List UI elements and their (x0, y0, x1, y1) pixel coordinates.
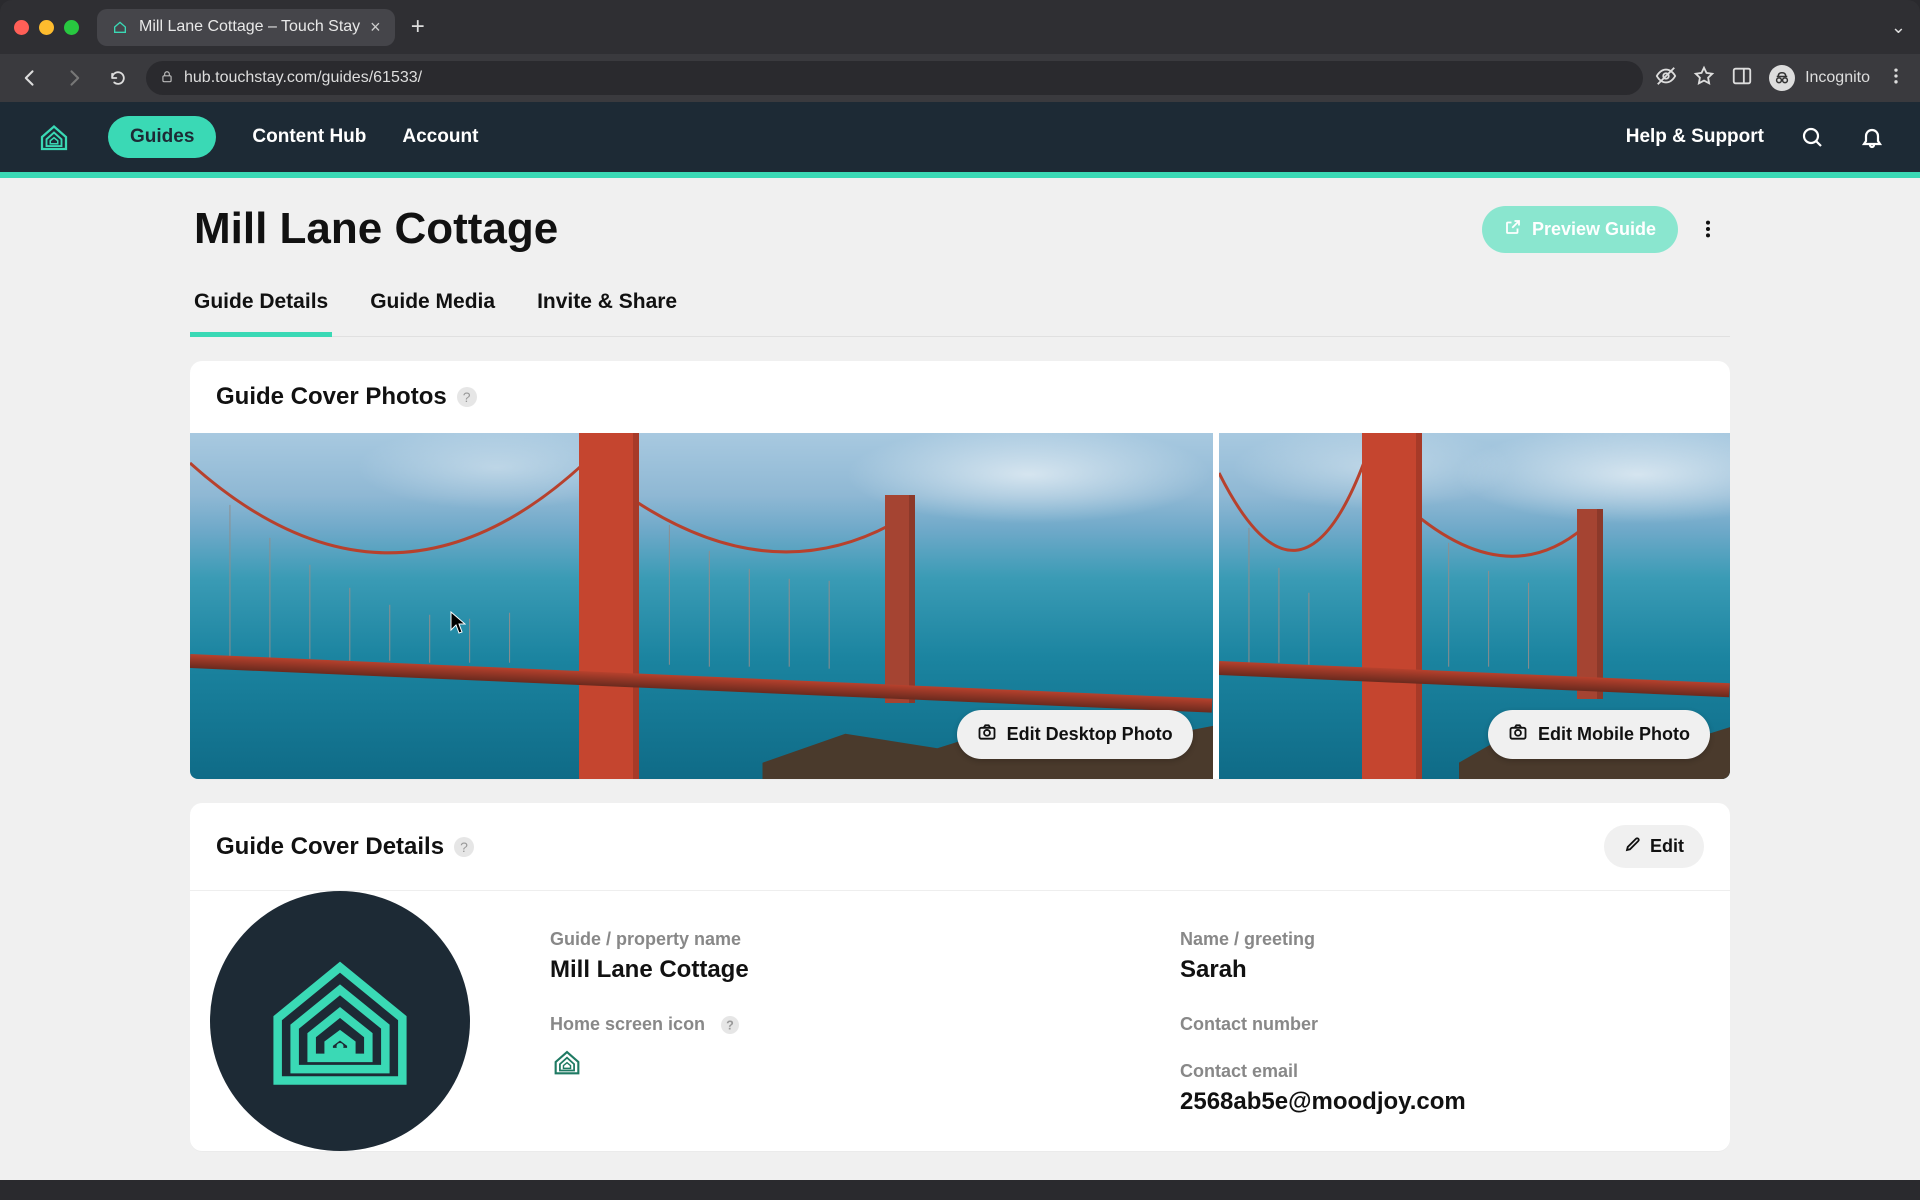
preview-guide-button[interactable]: Preview Guide (1482, 206, 1678, 253)
field-contact-number-and-email: Contact number Contact email 2568ab5e@mo… (1180, 1014, 1730, 1116)
field-property-name: Guide / property name Mill Lane Cottage (550, 929, 1100, 984)
search-icon[interactable] (1800, 125, 1824, 149)
eye-off-icon[interactable] (1655, 65, 1677, 92)
lock-icon (160, 70, 174, 87)
incognito-badge[interactable]: Incognito (1769, 65, 1870, 91)
edit-desktop-photo-button[interactable]: Edit Desktop Photo (957, 710, 1193, 759)
window-minimize-button[interactable] (39, 20, 54, 35)
help-icon[interactable]: ? (457, 387, 477, 407)
value-greeting: Sarah (1180, 956, 1730, 984)
edit-mobile-photo-label: Edit Mobile Photo (1538, 724, 1690, 745)
app-viewport: Guides Content Hub Account Help & Suppor… (0, 102, 1920, 1200)
cursor-icon (450, 611, 466, 635)
forward-button[interactable] (58, 62, 90, 94)
reload-button[interactable] (102, 62, 134, 94)
nav-help-support[interactable]: Help & Support (1626, 126, 1764, 148)
tab-guide-details[interactable]: Guide Details (194, 290, 328, 336)
label-home-icon: Home screen icon ? (550, 1014, 1100, 1035)
incognito-label: Incognito (1805, 69, 1870, 87)
browser-toolbar: hub.touchstay.com/guides/61533/ Incognit… (0, 54, 1920, 102)
kebab-icon[interactable] (1886, 66, 1906, 91)
page-title: Mill Lane Cottage (194, 204, 558, 254)
cover-details-card: Guide Cover Details ? Edit (190, 803, 1730, 1151)
more-menu-button[interactable] (1690, 211, 1726, 247)
tab-guide-media[interactable]: Guide Media (370, 290, 495, 336)
window-close-button[interactable] (14, 20, 29, 35)
nav-guides[interactable]: Guides (108, 116, 216, 158)
panel-icon[interactable] (1731, 65, 1753, 92)
edit-label: Edit (1650, 836, 1684, 857)
browser-tab[interactable]: Mill Lane Cottage – Touch Stay × (97, 9, 395, 46)
help-icon[interactable]: ? (454, 837, 474, 857)
desktop-cover-photo: Edit Desktop Photo (190, 433, 1213, 779)
field-home-icon: Home screen icon ? (550, 1014, 1100, 1116)
brand-logo-icon[interactable] (36, 119, 72, 155)
guide-avatar (190, 891, 490, 1151)
edit-mobile-photo-button[interactable]: Edit Mobile Photo (1488, 710, 1710, 759)
chevron-down-icon[interactable]: ⌄ (1891, 17, 1906, 38)
value-contact-email: 2568ab5e@moodjoy.com (1180, 1088, 1730, 1116)
camera-icon (977, 722, 997, 747)
back-button[interactable] (14, 62, 46, 94)
label-contact-number: Contact number (1180, 1014, 1730, 1035)
close-icon[interactable]: × (370, 17, 381, 38)
app-topnav: Guides Content Hub Account Help & Suppor… (0, 102, 1920, 172)
field-greeting: Name / greeting Sarah (1180, 929, 1730, 984)
new-tab-button[interactable]: + (411, 13, 425, 41)
preview-guide-label: Preview Guide (1532, 219, 1656, 240)
address-bar[interactable]: hub.touchstay.com/guides/61533/ (146, 61, 1643, 95)
home-screen-icon-preview (550, 1045, 1100, 1084)
mobile-cover-photo: Edit Mobile Photo (1219, 433, 1730, 779)
label-property-name: Guide / property name (550, 929, 1100, 950)
edit-cover-details-button[interactable]: Edit (1604, 825, 1704, 868)
pencil-icon (1624, 835, 1642, 858)
bell-icon[interactable] (1860, 125, 1884, 149)
tab-invite-share[interactable]: Invite & Share (537, 290, 677, 336)
nav-account[interactable]: Account (402, 126, 478, 148)
external-link-icon (1504, 218, 1522, 241)
nav-content-hub[interactable]: Content Hub (252, 126, 366, 148)
cover-photos-title: Guide Cover Photos (216, 383, 447, 411)
help-icon[interactable]: ? (721, 1016, 739, 1034)
browser-tab-title: Mill Lane Cottage – Touch Stay (139, 18, 360, 36)
incognito-icon (1769, 65, 1795, 91)
window-chrome: Mill Lane Cottage – Touch Stay × + ⌄ (0, 0, 1920, 54)
traffic-lights (14, 20, 79, 35)
url-text: hub.touchstay.com/guides/61533/ (184, 69, 422, 87)
cover-photos-card: Guide Cover Photos ? (190, 361, 1730, 779)
label-greeting: Name / greeting (1180, 929, 1730, 950)
star-icon[interactable] (1693, 65, 1715, 92)
value-property-name: Mill Lane Cottage (550, 956, 1100, 984)
cover-details-title: Guide Cover Details (216, 833, 444, 861)
tabs-row: Guide Details Guide Media Invite & Share (190, 264, 1730, 337)
camera-icon (1508, 722, 1528, 747)
window-zoom-button[interactable] (64, 20, 79, 35)
favicon-house-icon (111, 18, 129, 36)
page-header: Mill Lane Cottage Preview Guide (190, 178, 1730, 264)
label-contact-email: Contact email (1180, 1061, 1730, 1082)
edit-desktop-photo-label: Edit Desktop Photo (1007, 724, 1173, 745)
